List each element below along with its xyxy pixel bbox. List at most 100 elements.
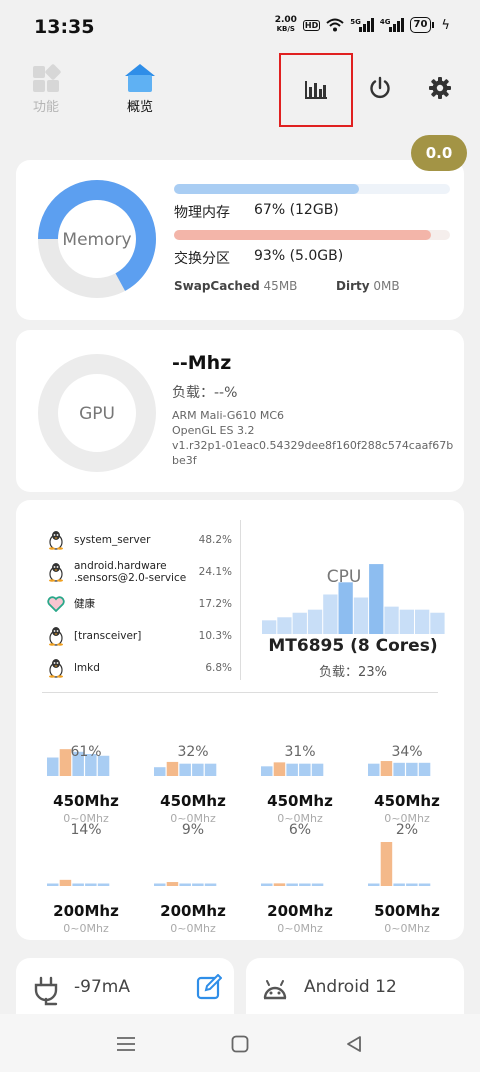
physical-memory-label: 物理内存 xyxy=(174,205,230,221)
cpu-core-4[interactable]: 14% 200Mhz 0~0Mhz xyxy=(36,818,136,935)
core-history-bar xyxy=(380,842,393,886)
score-badge[interactable]: 0.0 xyxy=(411,135,467,171)
core-history-bar xyxy=(97,883,110,886)
cpu-history-bar xyxy=(338,582,353,634)
cpu-core-6[interactable]: 6% 200Mhz 0~0Mhz xyxy=(250,818,350,935)
edit-icon[interactable] xyxy=(196,974,222,1000)
network-speed-value: 2.00 xyxy=(274,15,297,25)
signal-5g-icon: 5G xyxy=(350,18,374,32)
core-usage-percent: 6% xyxy=(288,822,312,838)
process-row[interactable]: android.hardware .sensors@2.0-service 24.… xyxy=(46,556,232,588)
swap-value: 93% (5.0GB) xyxy=(254,248,344,264)
gpu-frequency: --Mhz xyxy=(172,352,232,374)
gear-icon xyxy=(429,77,451,99)
physical-memory-value: 67% (12GB) xyxy=(254,202,339,218)
physical-memory-bar xyxy=(174,184,450,194)
cpu-history-bar xyxy=(399,609,414,634)
cpu-history-bar xyxy=(415,609,430,634)
power-button[interactable] xyxy=(364,72,396,104)
core-frequency: 200Mhz xyxy=(53,902,119,920)
gpu-info: ARM Mali-G610 MC6 OpenGL ES 3.2 v1.r32p1… xyxy=(172,408,454,468)
process-row[interactable]: [transceiver] 10.3% xyxy=(46,620,232,652)
statistics-button[interactable] xyxy=(279,53,353,127)
sim1-network-type: 5G xyxy=(350,18,361,26)
core-history-bar xyxy=(47,883,59,886)
tab-overview-label: 概览 xyxy=(126,100,153,115)
linux-penguin-icon xyxy=(46,658,66,678)
core-history-bar xyxy=(72,883,84,886)
status-bar: 13:35 2.00 KB/S HD 5G 4G 70 ϟ xyxy=(0,0,480,56)
process-cpu-percent: 48.2% xyxy=(198,534,232,546)
core-history-bar xyxy=(204,883,217,886)
back-button[interactable] xyxy=(340,1030,368,1058)
core-history-bar xyxy=(261,883,273,886)
tab-overview[interactable]: 概览 xyxy=(110,64,170,115)
cpu-history-bar xyxy=(277,617,292,634)
tab-functions[interactable]: 功能 xyxy=(16,63,76,115)
grid-icon xyxy=(31,63,62,92)
wifi-icon xyxy=(326,18,344,32)
cpu-core-5[interactable]: 9% 200Mhz 0~0Mhz xyxy=(143,818,243,935)
core-frequency-range: 0~0Mhz xyxy=(170,922,216,935)
cpu-history-bar xyxy=(369,564,384,634)
core-frequency-range: 0~0Mhz xyxy=(277,922,323,935)
process-name: android.hardware .sensors@2.0-service xyxy=(74,560,187,584)
process-name: system_server xyxy=(74,534,151,546)
gpu-ring-label: GPU xyxy=(79,404,115,424)
linux-penguin-icon xyxy=(46,562,66,582)
power-icon xyxy=(370,76,390,99)
cpu-card[interactable]: system_server 48.2% android.hardware .sens… xyxy=(16,500,464,940)
core-history-bar xyxy=(273,883,286,886)
core-frequency-range: 0~0Mhz xyxy=(63,922,109,935)
core-history-bar xyxy=(311,883,324,886)
core-history-bar xyxy=(393,883,405,886)
memory-card[interactable]: Memory 物理内存 67% (12GB) 交换分区 93% (5.0GB) … xyxy=(16,160,464,320)
charging-bolt-icon: ϟ xyxy=(441,17,450,33)
core-history-bar xyxy=(286,763,298,776)
gpu-card[interactable]: GPU --Mhz 负载：--% ARM Mali-G610 MC6 OpenG… xyxy=(16,330,464,492)
battery-current: -97mA xyxy=(74,977,130,997)
swapcached-stat: SwapCached 45MB xyxy=(174,279,297,293)
recents-button[interactable] xyxy=(112,1030,140,1058)
core-history-bar xyxy=(418,883,431,886)
process-row[interactable]: lmkd 6.8% xyxy=(46,652,232,684)
sim2-network-type: 4G xyxy=(379,18,391,26)
core-usage-percent: 34% xyxy=(391,744,423,760)
android-icon xyxy=(263,980,287,1000)
home-button[interactable] xyxy=(226,1030,254,1058)
core-usage-percent: 32% xyxy=(177,744,209,760)
menu-icon xyxy=(117,1037,135,1051)
dirty-stat: Dirty 0MB xyxy=(336,279,400,293)
core-history-bar xyxy=(59,879,72,886)
core-history-bar xyxy=(204,763,217,776)
gpu-model: ARM Mali-G610 MC6 xyxy=(172,409,285,422)
cpu-core-7[interactable]: 2% 500Mhz 0~0Mhz xyxy=(357,818,457,935)
core-history-bar xyxy=(154,883,166,886)
swap-bar-fill xyxy=(174,230,431,240)
core-history-bar xyxy=(192,763,204,776)
cpu-history-bar xyxy=(292,612,307,634)
cpu-history-bar xyxy=(307,609,323,634)
cpu-core-3[interactable]: 34% 450Mhz 0~0Mhz xyxy=(357,708,457,825)
swapcached-label: SwapCached xyxy=(174,279,260,293)
cpu-core-1[interactable]: 32% 450Mhz 0~0Mhz xyxy=(143,708,243,825)
process-cpu-percent: 10.3% xyxy=(198,630,232,642)
core-history-bar xyxy=(286,883,298,886)
cpu-core-2[interactable]: 31% 450Mhz 0~0Mhz xyxy=(250,708,350,825)
dirty-value: 0MB xyxy=(373,279,400,293)
cpu-core-0[interactable]: 61% 450Mhz 0~0Mhz xyxy=(36,708,136,825)
process-row[interactable]: 健康 17.2% xyxy=(46,588,232,620)
process-cpu-percent: 17.2% xyxy=(198,598,232,610)
process-name: 健康 xyxy=(74,598,95,610)
settings-button[interactable] xyxy=(424,72,456,104)
core-usage-percent: 61% xyxy=(70,744,102,760)
back-triangle-icon xyxy=(347,1036,361,1052)
process-cpu-percent: 24.1% xyxy=(198,566,232,578)
core-history-bar xyxy=(418,762,431,776)
core-usage-percent: 2% xyxy=(395,822,419,838)
cpu-history-bar xyxy=(262,620,277,634)
core-frequency: 200Mhz xyxy=(267,902,333,920)
core-frequency: 450Mhz xyxy=(267,792,333,810)
process-row[interactable]: system_server 48.2% xyxy=(46,524,232,556)
core-history-bar xyxy=(299,883,311,886)
